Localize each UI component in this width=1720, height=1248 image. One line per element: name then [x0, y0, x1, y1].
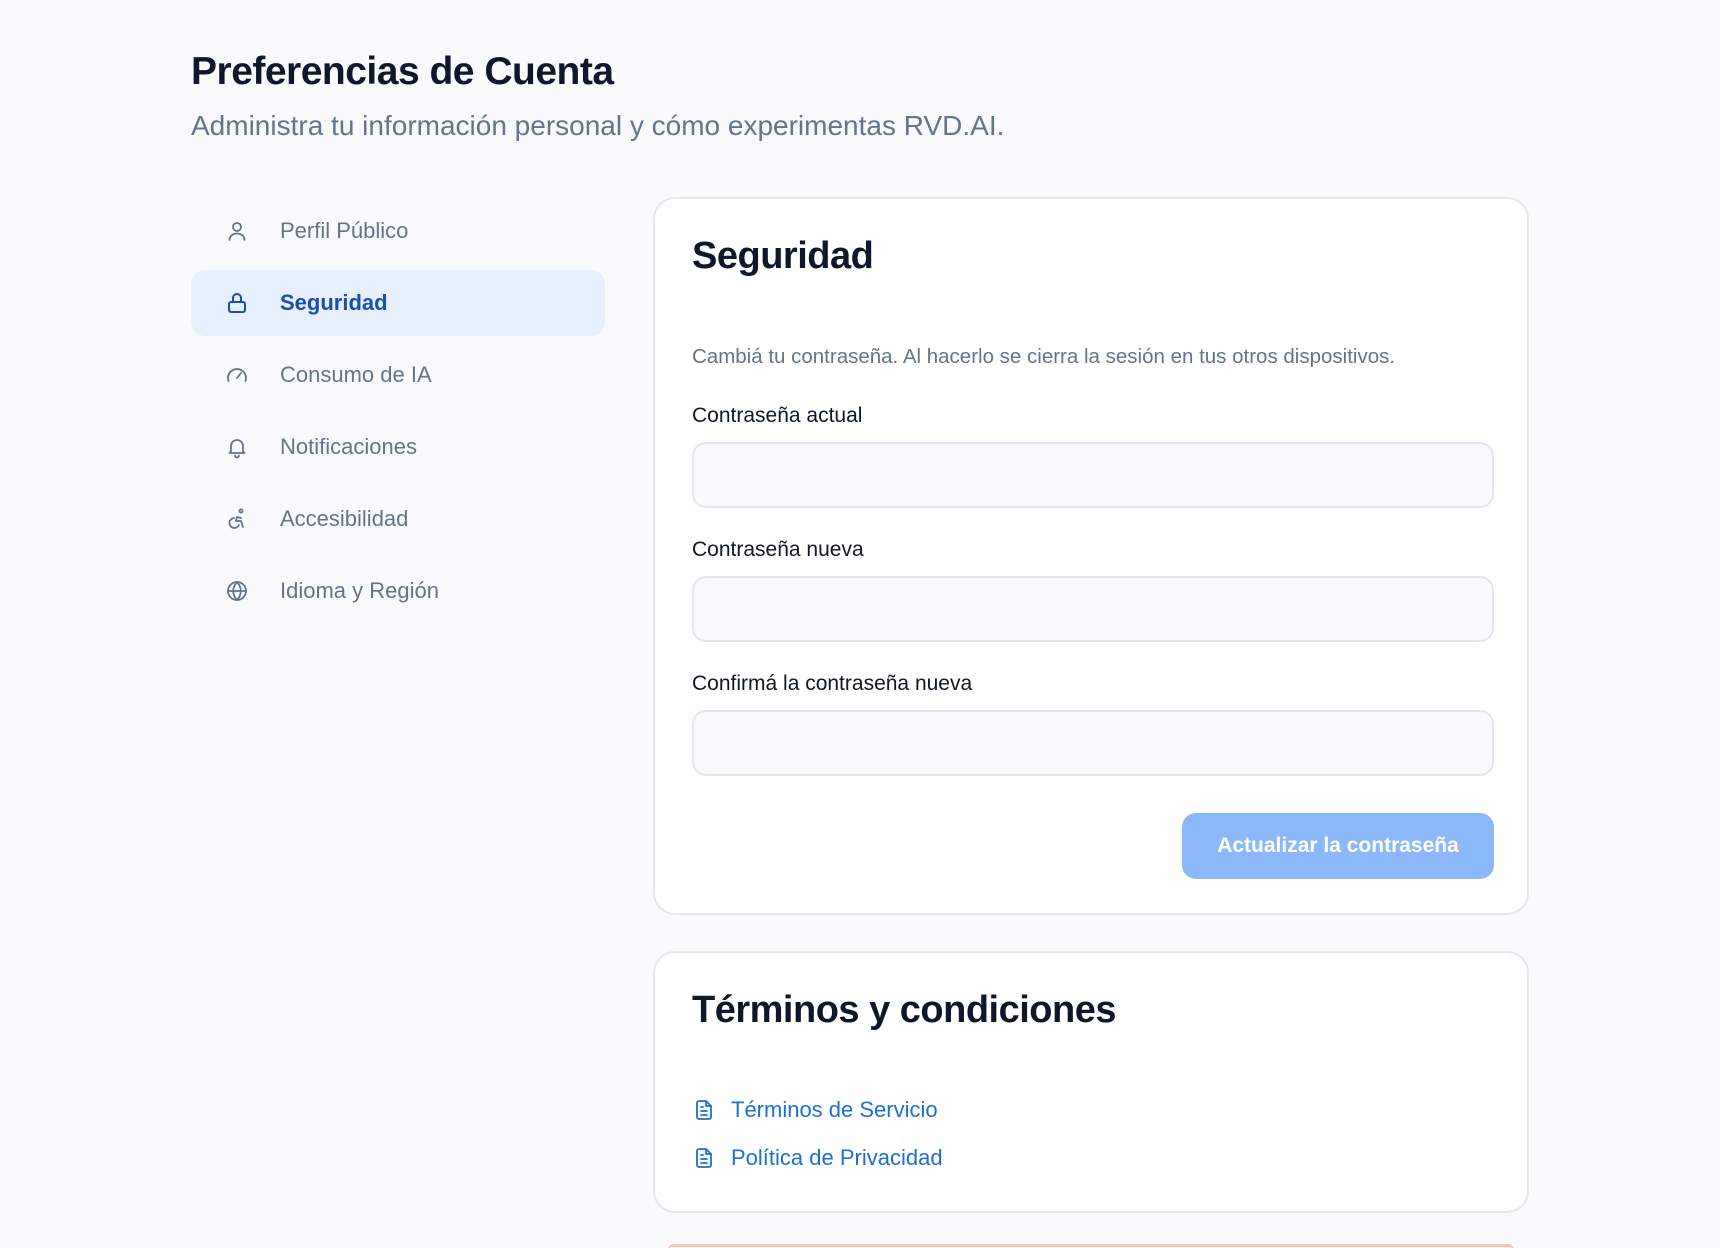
confirm-password-input[interactable]: [692, 710, 1494, 776]
globe-icon: [224, 578, 250, 604]
security-title: Seguridad: [692, 235, 874, 277]
current-password-input[interactable]: [692, 442, 1494, 508]
sidebar-item-label: Perfil Público: [280, 218, 409, 243]
sidebar-item-label: Consumo de IA: [280, 362, 432, 387]
page-header: Preferencias de Cuenta Administra tu inf…: [191, 50, 1004, 142]
danger-zone-card-edge: [668, 1244, 1514, 1248]
sidebar-item-public-profile[interactable]: Perfil Público: [191, 198, 605, 264]
sidebar-item-label: Seguridad: [280, 290, 388, 315]
sidebar-item-security[interactable]: Seguridad: [191, 270, 605, 336]
sidebar-item-label: Idioma y Región: [280, 578, 439, 603]
terms-title: Términos y condiciones: [692, 989, 1117, 1031]
document-icon: [692, 1098, 716, 1122]
page-title: Preferencias de Cuenta: [191, 50, 614, 93]
sidebar-item-language-region[interactable]: Idioma y Región: [191, 558, 605, 624]
privacy-policy-label: Política de Privacidad: [731, 1145, 943, 1170]
settings-sidebar: Perfil Público Seguridad Consumo de IA N…: [191, 198, 605, 630]
account-preferences-page: Preferencias de Cuenta Administra tu inf…: [0, 0, 1720, 1248]
update-password-button[interactable]: Actualizar la contraseña: [1182, 813, 1494, 879]
accessibility-icon: [224, 506, 250, 532]
sidebar-item-label: Accesibilidad: [280, 506, 409, 531]
current-password-label: Contraseña actual: [692, 404, 863, 427]
gauge-icon: [224, 362, 250, 388]
document-icon: [692, 1146, 716, 1170]
lock-icon: [224, 290, 250, 316]
page-subtitle: Administra tu información personal y cóm…: [191, 110, 1005, 141]
terms-card: Términos y condiciones Términos de Servi…: [653, 951, 1529, 1213]
new-password-label: Contraseña nueva: [692, 538, 864, 561]
bell-icon: [224, 434, 250, 460]
user-icon: [224, 218, 250, 244]
terms-of-service-label: Términos de Servicio: [731, 1097, 938, 1122]
security-description: Cambiá tu contraseña. Al hacerlo se cier…: [692, 345, 1396, 368]
sidebar-item-accessibility[interactable]: Accesibilidad: [191, 486, 605, 552]
sidebar-item-ai-usage[interactable]: Consumo de IA: [191, 342, 605, 408]
new-password-input[interactable]: [692, 576, 1494, 642]
privacy-policy-link[interactable]: Política de Privacidad: [692, 1145, 943, 1171]
sidebar-item-label: Notificaciones: [280, 434, 417, 459]
security-card: Seguridad Cambiá tu contraseña. Al hacer…: [653, 197, 1529, 915]
confirm-password-label: Confirmá la contraseña nueva: [692, 672, 973, 695]
terms-of-service-link[interactable]: Términos de Servicio: [692, 1097, 938, 1123]
sidebar-item-notifications[interactable]: Notificaciones: [191, 414, 605, 480]
